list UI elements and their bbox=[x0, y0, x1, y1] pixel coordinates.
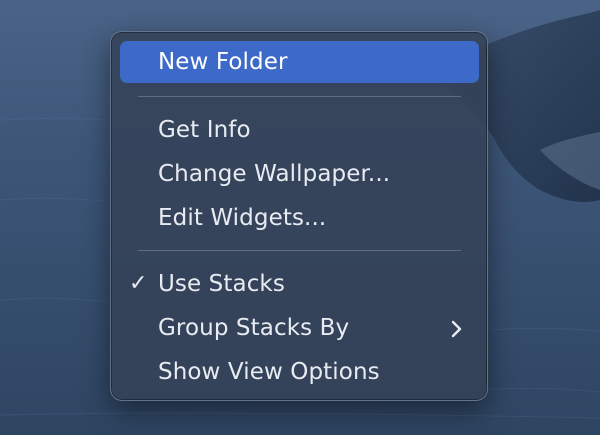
menu-item-get-info[interactable]: Get Info bbox=[120, 109, 479, 151]
chevron-right-icon bbox=[451, 320, 462, 338]
menu-item-label: Get Info bbox=[158, 117, 251, 143]
menu-item-use-stacks[interactable]: ✓ Use Stacks bbox=[120, 263, 479, 305]
menu-item-show-view-options[interactable]: Show View Options bbox=[120, 351, 479, 393]
menu-separator bbox=[138, 250, 461, 251]
menu-item-label: Edit Widgets... bbox=[158, 205, 327, 231]
menu-item-label: Use Stacks bbox=[158, 271, 285, 297]
menu-item-new-folder[interactable]: New Folder bbox=[120, 41, 479, 83]
checkmark-icon: ✓ bbox=[129, 271, 148, 296]
menu-item-group-stacks-by[interactable]: Group Stacks By bbox=[120, 307, 479, 349]
menu-item-label: Group Stacks By bbox=[158, 315, 350, 341]
menu-separator bbox=[138, 96, 461, 97]
menu-item-label: Change Wallpaper... bbox=[158, 161, 391, 187]
menu-item-change-wallpaper[interactable]: Change Wallpaper... bbox=[120, 153, 479, 195]
desktop[interactable]: New Folder Get Info Change Wallpaper... … bbox=[0, 0, 600, 435]
menu-item-label: Show View Options bbox=[158, 359, 380, 385]
desktop-context-menu: New Folder Get Info Change Wallpaper... … bbox=[110, 31, 488, 401]
menu-item-edit-widgets[interactable]: Edit Widgets... bbox=[120, 197, 479, 239]
menu-item-label: New Folder bbox=[158, 49, 288, 75]
